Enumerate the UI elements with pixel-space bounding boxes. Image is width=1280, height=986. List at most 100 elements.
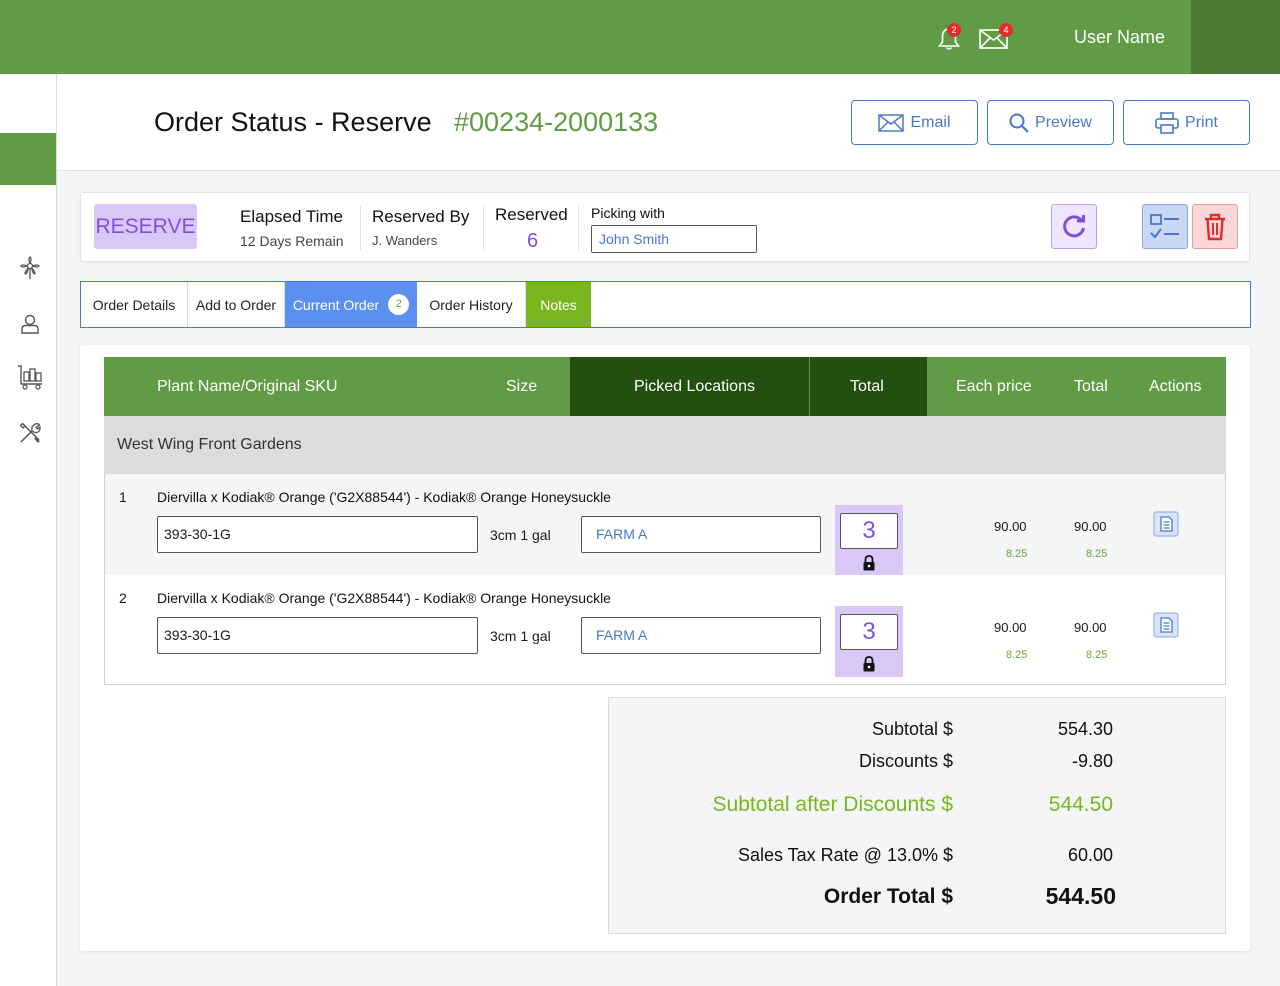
picking-with-field[interactable]: John Smith	[591, 225, 757, 253]
tab-label: Add to Order	[195, 296, 277, 313]
plant-name: Diervilla x Kodiak® Orange ('G2X88544') …	[157, 489, 611, 505]
sales-tax-value: 60.00	[1067, 845, 1113, 865]
notifications-button[interactable]: 2	[936, 23, 962, 52]
top-bar: 2 4 User Name	[0, 0, 1280, 74]
tab-current-order[interactable]: Current Order 2	[285, 282, 417, 327]
preview-button[interactable]: Preview	[987, 100, 1114, 145]
messages-button[interactable]: 4	[979, 23, 1013, 50]
sidebar-item-plants[interactable]	[18, 256, 42, 280]
table-row: 2 Diervilla x Kodiak® Orange ('G2X88544'…	[105, 575, 1225, 677]
tab-order-history[interactable]: Order History	[417, 282, 526, 327]
search-icon	[1009, 113, 1029, 133]
divider	[578, 206, 579, 250]
each-price: 90.00	[994, 620, 1027, 635]
row-index: 1	[119, 489, 127, 505]
status-badge: RESERVE	[94, 204, 197, 249]
user-icon	[21, 314, 39, 334]
tab-label: Notes	[540, 296, 577, 313]
col-total: Total	[1074, 378, 1108, 395]
messages-badge: 4	[999, 23, 1013, 37]
email-button-label: Email	[910, 113, 951, 131]
group-name: West Wing Front Gardens	[117, 436, 302, 453]
subtotal-after-discounts-label: Subtotal after Discounts $	[712, 793, 953, 816]
print-button[interactable]: Print	[1123, 100, 1250, 145]
sku-field[interactable]: 393-30-1G	[157, 516, 478, 553]
row-total: 90.00	[1074, 620, 1107, 635]
subtotal-value: 554.30	[1057, 719, 1113, 739]
row-index: 2	[119, 590, 127, 606]
sku-field[interactable]: 393-30-1G	[157, 617, 478, 654]
trash-icon	[1205, 213, 1225, 240]
discounts-label: Discounts $	[858, 751, 953, 771]
picking-with-label: Picking with	[591, 205, 665, 221]
checklist-icon	[1150, 213, 1179, 239]
tab-notes[interactable]: Notes	[526, 282, 591, 327]
checklist-button[interactable]	[1142, 204, 1188, 249]
tab-label: Current Order	[292, 296, 380, 313]
email-button[interactable]: Email	[851, 100, 978, 145]
reserved-by-value: J. Wanders	[372, 233, 438, 248]
each-price: 90.00	[994, 519, 1027, 534]
quantity-cell: 3	[835, 606, 903, 677]
table-row: 1 Diervilla x Kodiak® Orange ('G2X88544'…	[105, 474, 1225, 576]
quantity-field[interactable]: 3	[840, 614, 898, 650]
sidebar-item-orders[interactable]	[16, 364, 44, 390]
col-size: Size	[506, 378, 538, 395]
plant-icon	[20, 256, 40, 279]
tab-label: Order Details	[92, 296, 176, 313]
notes-action-icon[interactable]	[1153, 511, 1179, 537]
order-total-value: 544.50	[1045, 883, 1116, 909]
reserved-count: 6	[527, 230, 539, 252]
discounts-value: -9.80	[1071, 751, 1113, 771]
elapsed-time-value: 12 Days Remain	[240, 233, 344, 249]
notifications-badge: 2	[947, 23, 961, 37]
user-name[interactable]: User Name	[1074, 27, 1165, 48]
row-total-sub: 8.25	[1086, 649, 1108, 661]
printer-icon	[1155, 111, 1179, 134]
sidebar-item-tools[interactable]	[18, 421, 42, 445]
size-value: 3cm 1 gal	[490, 628, 551, 644]
preview-button-label: Preview	[1035, 113, 1092, 131]
sales-tax-label: Sales Tax Rate @ 13.0% $	[737, 845, 953, 865]
tab-label: Order History	[429, 296, 513, 313]
print-button-label: Print	[1185, 113, 1218, 131]
lock-icon[interactable]	[862, 656, 876, 672]
col-picked-locations: Picked Locations	[634, 378, 755, 395]
order-tabs: Order Details Add to Order Current Order…	[80, 281, 1251, 328]
row-total-sub: 8.25	[1086, 548, 1108, 560]
order-total-label: Order Total $	[823, 885, 953, 908]
divider	[360, 206, 361, 250]
elapsed-time-label: Elapsed Time	[240, 207, 343, 226]
order-number: #00234-2000133	[454, 107, 659, 137]
location-field[interactable]: FARM A	[581, 617, 821, 654]
envelope-icon	[878, 113, 905, 132]
location-field[interactable]: FARM A	[581, 516, 821, 553]
col-total-qty: Total	[850, 378, 884, 395]
divider	[483, 206, 484, 250]
page-title: Order Status - Reserve	[154, 107, 432, 137]
user-menu-toggle[interactable]	[1191, 0, 1280, 74]
refresh-button[interactable]	[1051, 204, 1097, 249]
tab-order-details[interactable]: Order Details	[81, 282, 188, 327]
notes-action-icon[interactable]	[1153, 612, 1179, 638]
reserved-by-label: Reserved By	[372, 207, 470, 226]
group-row: West Wing Front Gardens	[104, 416, 1226, 474]
tab-count-badge: 2	[388, 294, 410, 315]
quantity-cell: 3	[835, 505, 903, 576]
row-total: 90.00	[1074, 519, 1107, 534]
refresh-icon	[1063, 214, 1085, 237]
subtotal-after-discounts-value: 544.50	[1048, 793, 1113, 816]
tools-icon	[19, 422, 41, 443]
col-each-price: Each price	[956, 378, 1032, 395]
lock-icon[interactable]	[862, 555, 876, 571]
reserved-label: Reserved	[495, 205, 568, 224]
col-plant-name: Plant Name/Original SKU	[157, 378, 338, 395]
sidebar-item-active[interactable]	[0, 133, 56, 185]
quantity-field[interactable]: 3	[840, 513, 898, 549]
col-actions: Actions	[1149, 378, 1202, 395]
delete-button[interactable]	[1192, 204, 1238, 249]
size-value: 3cm 1 gal	[490, 527, 551, 543]
tab-add-to-order[interactable]: Add to Order	[188, 282, 285, 327]
each-price-sub: 8.25	[1006, 649, 1028, 661]
sidebar-item-customers[interactable]	[18, 312, 42, 336]
